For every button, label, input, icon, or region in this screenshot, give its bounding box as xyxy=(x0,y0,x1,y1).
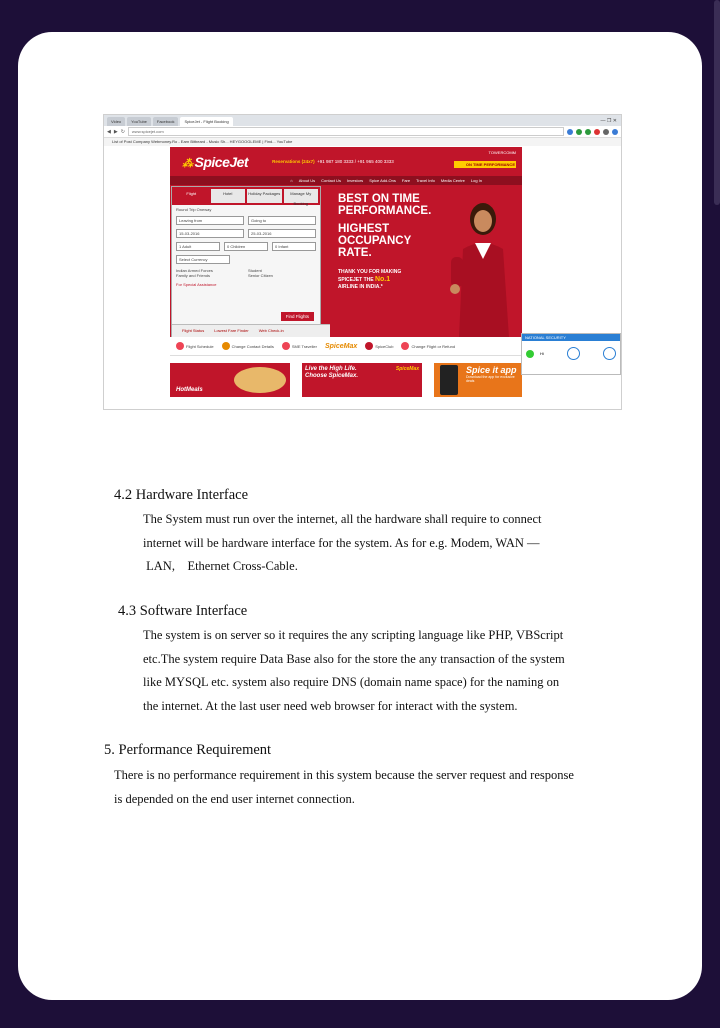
contact-icon xyxy=(221,342,230,350)
browser-tab[interactable]: YouTube xyxy=(127,117,151,126)
tab-holiday[interactable]: Holiday Packages xyxy=(247,189,282,203)
find-flights-button[interactable]: Find Flights xyxy=(280,312,314,321)
chat-popup: NATIONAL SECURITY Hi xyxy=(521,333,621,375)
browser-tab[interactable]: Facebook xyxy=(152,117,179,126)
spicemax-link[interactable]: SpiceMax xyxy=(325,343,357,350)
depart-date-input[interactable]: 15-03-2016 xyxy=(176,229,244,238)
nav-item[interactable]: Media Centre xyxy=(441,176,465,185)
window-controls[interactable]: — ❐ ✕ xyxy=(601,117,621,126)
children-select[interactable]: 0 Children xyxy=(224,242,268,251)
nav-item[interactable]: Log In xyxy=(471,176,482,185)
extension-icon[interactable] xyxy=(576,128,582,135)
hero-banner: Flight Hotel Holiday Packages Manage My … xyxy=(170,185,522,338)
nav-item[interactable]: Contact Us xyxy=(321,176,341,185)
tab-manage-booking[interactable]: Manage My Booking xyxy=(283,189,318,206)
spiceclub-icon xyxy=(365,342,374,350)
currency-select[interactable]: Select Currency xyxy=(176,255,230,264)
extension-icons xyxy=(567,128,618,135)
flight-attendant-image xyxy=(450,203,509,337)
status-online-icon xyxy=(526,349,534,358)
sme-traveller-link[interactable]: SME Traveller xyxy=(281,342,317,350)
adult-select[interactable]: 1 Adult xyxy=(176,242,220,251)
tab-flight[interactable]: Flight xyxy=(174,189,209,203)
lowest-fare-link[interactable]: Lowest Fare Finder xyxy=(214,325,248,337)
flight-schedule-link[interactable]: Flight Schedule xyxy=(176,342,214,350)
extension-icon[interactable] xyxy=(585,128,591,135)
phone-image xyxy=(440,365,458,395)
extension-icon[interactable] xyxy=(603,128,609,135)
special-assistance-link[interactable]: For Special Assistance xyxy=(172,280,320,289)
reload-icon[interactable]: ↻ xyxy=(121,129,125,135)
return-date-input[interactable]: 25-03-2016 xyxy=(248,229,316,238)
change-contact-link[interactable]: Change Contact Details xyxy=(221,342,274,350)
nav-item[interactable]: Spice Add-Ons xyxy=(369,176,396,185)
going-to-select[interactable]: Going to xyxy=(248,216,316,225)
section-4-2-body: The System must run over the internet, a… xyxy=(143,512,542,573)
schedule-icon xyxy=(176,342,184,350)
reservations-info: Reservations (24x7) +91 987 180 3333 / +… xyxy=(272,159,394,164)
home-icon[interactable]: ⌂ xyxy=(290,176,292,185)
leaving-from-select[interactable]: Leaving from xyxy=(176,216,244,225)
url-input[interactable]: www.spicejet.com xyxy=(127,127,564,136)
change-flight-link[interactable]: Change Flight or Refund xyxy=(401,342,455,350)
booking-form: Flight Hotel Holiday Packages Manage My … xyxy=(171,186,330,338)
section-4-2-title: 4.2 Hardware Interface xyxy=(114,487,249,503)
web-checkin-link[interactable]: Web Check-in xyxy=(259,325,284,337)
embedded-screenshot: Video YouTube Facebook SpiceJet - Flight… xyxy=(103,114,622,410)
nav-item[interactable]: Travel Info xyxy=(416,176,435,185)
nav-item[interactable]: Fare xyxy=(402,176,410,185)
bookmarks-bar[interactable]: List of Post Company Webmoney.Ro - Earn … xyxy=(104,138,621,146)
window-scrollbar[interactable] xyxy=(714,0,720,205)
senior-citizen-checkbox[interactable]: Senior Citizen xyxy=(248,273,316,278)
extension-icon[interactable] xyxy=(594,128,600,135)
promo-row: HotMeals SpiceMax Live the High Life. Ch… xyxy=(170,363,522,397)
hero-text: BEST ON TIME PERFORMANCE. HIGHEST OCCUPA… xyxy=(338,193,432,290)
family-friends-checkbox[interactable]: Family and Friends xyxy=(176,273,244,278)
quick-links-bar: Flight Schedule Change Contact Details S… xyxy=(170,337,528,356)
site-header: ⁂ SpiceJet Reservations (24x7) +91 987 18… xyxy=(170,147,522,176)
spicejet-logo[interactable]: ⁂ SpiceJet xyxy=(170,154,249,170)
section-5-body: There is no performance requirement in t… xyxy=(114,768,574,806)
spice-app-promo[interactable]: Spice it app Download the app for exclus… xyxy=(434,363,522,397)
hotmeals-promo[interactable]: HotMeals xyxy=(170,363,290,397)
logo-mark-icon: ⁂ xyxy=(182,157,193,170)
sme-icon xyxy=(281,342,290,350)
flight-status-link[interactable]: Flight Status xyxy=(182,325,204,337)
section-4-3-body: The system is on server so it requires t… xyxy=(143,628,565,713)
chat-status: Hi xyxy=(540,351,544,356)
form-tabs: Flight Hotel Holiday Packages Manage My … xyxy=(172,187,320,206)
browser-tab-active[interactable]: SpiceJet - Flight Booking xyxy=(180,117,233,126)
food-image xyxy=(234,367,286,393)
award-badge: TOWERCOMM ON TIME PERFORMANCE xyxy=(454,150,516,172)
spicejet-site: ⁂ SpiceJet Reservations (24x7) +91 987 18… xyxy=(170,147,528,409)
spicemax-promo[interactable]: SpiceMax Live the High Life. Choose Spic… xyxy=(302,363,422,397)
refund-icon xyxy=(401,342,410,350)
site-nav: ⌂ About Us Contact Us Investors Spice Ad… xyxy=(170,176,522,185)
browser-tabs: Video YouTube Facebook SpiceJet - Flight… xyxy=(104,115,621,126)
tab-hotel[interactable]: Hotel xyxy=(210,189,245,203)
forward-icon[interactable]: ▶ xyxy=(114,129,118,135)
back-icon[interactable]: ◀ xyxy=(107,129,111,135)
form-quick-links: Flight Status Lowest Fare Finder Web Che… xyxy=(172,324,330,337)
nav-item[interactable]: Investors xyxy=(347,176,363,185)
chat-folder-button[interactable] xyxy=(566,347,580,360)
nav-item[interactable]: About Us xyxy=(299,176,315,185)
browser-tab[interactable]: Video xyxy=(107,117,126,126)
infant-select[interactable]: 0 Infant xyxy=(272,242,316,251)
extension-icon[interactable] xyxy=(567,128,573,135)
chat-call-button[interactable] xyxy=(603,347,616,360)
address-bar: ◀ ▶ ↻ www.spicejet.com xyxy=(104,126,621,138)
extension-icon[interactable] xyxy=(612,128,618,135)
chat-header: NATIONAL SECURITY xyxy=(522,334,620,341)
section-5-title: 5. Performance Requirement xyxy=(104,742,272,758)
document-page: Video YouTube Facebook SpiceJet - Flight… xyxy=(18,32,702,1000)
spiceclub-link[interactable]: SpiceClub xyxy=(365,342,393,350)
section-4-3-title: 4.3 Software Interface xyxy=(118,603,248,619)
